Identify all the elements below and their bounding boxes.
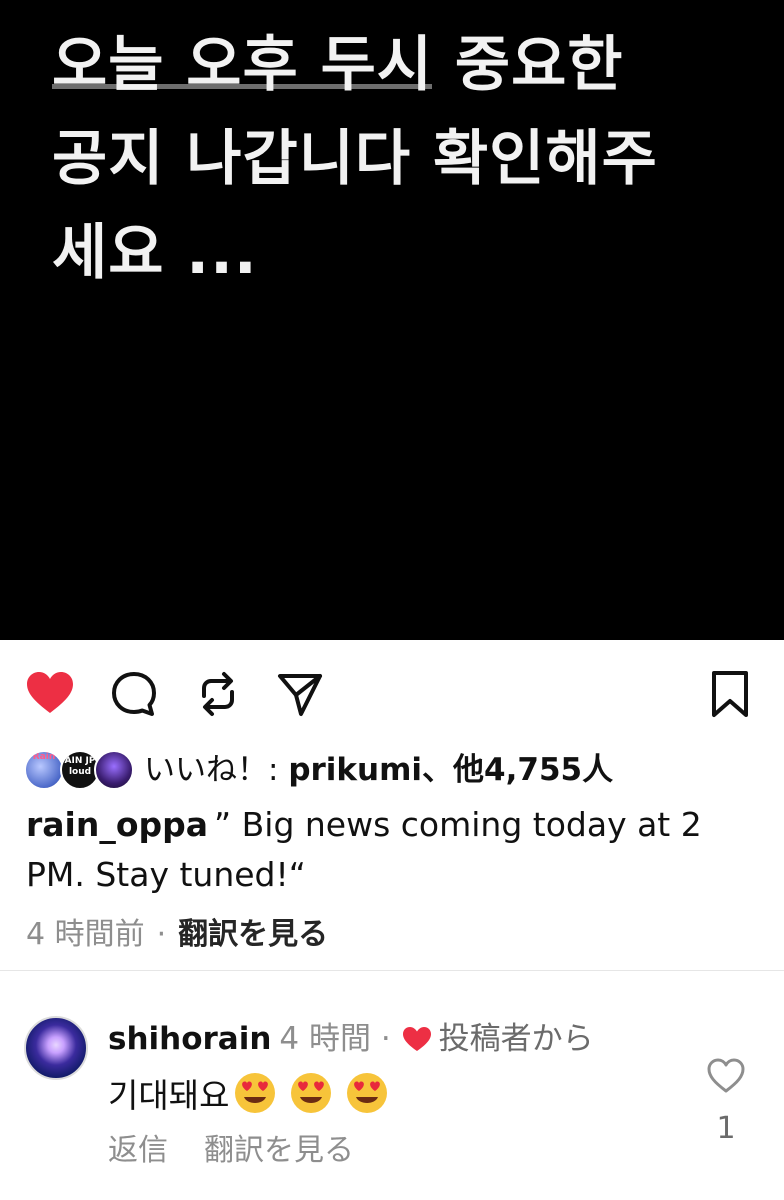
heart-eyes-emoji-icon	[347, 1073, 388, 1113]
overlay-line-1: 오늘 오후 두시 중요한	[52, 30, 624, 100]
avatar-logo-text: Rain	[32, 752, 56, 762]
commenter-username[interactable]: shihorain	[108, 1021, 271, 1057]
overlay-line-3: 세요 ...	[52, 218, 258, 288]
post-image[interactable]: 오늘 오후 두시 중요한 공지 나갑니다 확인해주 세요 ...	[0, 0, 784, 640]
likes-suffix: 、他	[422, 752, 485, 788]
repost-icon[interactable]	[192, 668, 244, 720]
avatar-logo-text: AIN JP loud	[64, 756, 96, 777]
likes-unit: 人	[582, 752, 614, 788]
post-caption: rain_oppa” Big news coming today at 2 PM…	[26, 800, 761, 900]
liked-by-author-label: 投稿者から	[438, 1021, 594, 1057]
liker-username[interactable]: prikumi	[288, 752, 422, 788]
post-meta: 4 時間前 · 翻訳を見る	[26, 912, 328, 958]
comment-actions: 返信 翻訳を見る	[108, 1128, 354, 1174]
liker-avatar: Rain	[24, 750, 64, 790]
commenter-avatar[interactable]	[24, 1016, 88, 1080]
comment-separator: ·	[380, 1021, 391, 1057]
liker-avatar-stack: Rain AIN JP loud	[24, 748, 136, 792]
heart-eyes-emoji-icon	[235, 1073, 276, 1113]
comment-item: shihorain 4 時間 · 投稿者から 기대돼요 返信 翻訳を見る 1	[0, 1000, 784, 1200]
comment-like-heart-icon[interactable]	[706, 1056, 746, 1096]
reply-button[interactable]: 返信	[108, 1133, 168, 1168]
liker-avatar	[94, 750, 134, 790]
comment-header: shihorain 4 時間 · 投稿者から	[108, 1016, 594, 1062]
comment-text: 기대돼요	[108, 1070, 389, 1122]
heart-filled-icon[interactable]	[24, 668, 76, 720]
post-time: 4 時間前	[26, 917, 145, 952]
likes-summary[interactable]: いいね！: prikumi、他4,755人	[144, 748, 613, 792]
meta-separator: ·	[156, 917, 167, 952]
bookmark-icon[interactable]	[704, 668, 756, 720]
comment-like-count: 1	[716, 1111, 736, 1146]
likes-row[interactable]: Rain AIN JP loud いいね！: prikumi、他4,755人	[24, 748, 764, 794]
post-action-bar	[0, 640, 784, 740]
likes-count: 4,755	[484, 752, 583, 788]
heart-eyes-emoji-icon	[291, 1073, 332, 1113]
see-translation-link[interactable]: 翻訳を見る	[178, 917, 328, 952]
divider	[0, 970, 784, 971]
author-liked-heart-icon	[402, 1027, 431, 1051]
overlay-line-2: 공지 나갑니다 확인해주	[52, 124, 658, 194]
comment-text-content: 기대돼요	[108, 1076, 230, 1115]
post-overlay-text: 오늘 오후 두시 중요한 공지 나갑니다 확인해주 세요 ...	[52, 18, 752, 300]
caption-username[interactable]: rain_oppa	[26, 805, 208, 844]
send-icon[interactable]	[274, 668, 326, 720]
comment-bubble-icon[interactable]	[108, 668, 160, 720]
comment-translate-link[interactable]: 翻訳を見る	[204, 1133, 354, 1168]
likes-prefix: いいね！:	[144, 752, 289, 788]
comment-time: 4 時間	[279, 1021, 371, 1057]
